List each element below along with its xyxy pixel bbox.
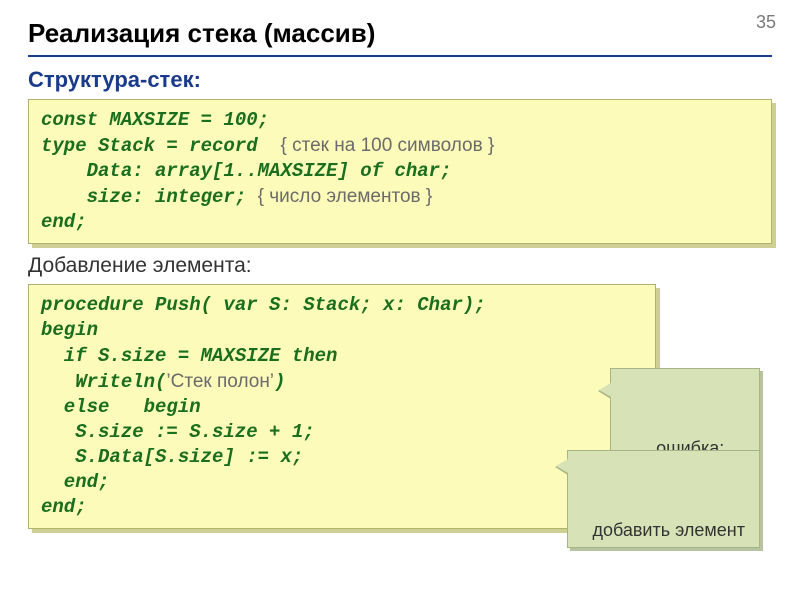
code-line: S.Data[S.size] := x; [41,446,303,468]
code-line: Data: array[1..MAXSIZE] of char; [41,160,451,182]
callout-pointer [556,459,568,473]
section-add-heading: Добавление элемента: [28,254,772,278]
callout-pointer [599,383,611,397]
callout-text: добавить элемент [592,520,745,540]
code-line: begin [41,319,98,341]
title-rule [28,55,772,57]
code-line: if S.size = MAXSIZE then [41,345,337,367]
code-line: S.size := S.size + 1; [41,421,315,443]
code-block-struct: const MAXSIZE = 100; type Stack = record… [28,99,772,244]
slide-number: 35 [756,12,776,33]
code-line: end; [41,471,109,493]
code-line: ) [274,371,285,393]
code-comment: { число элементов } [258,186,433,207]
code-line: else begin [41,396,201,418]
slide-title: Реализация стека (массив) [28,18,772,49]
code-line: type Stack = record [41,135,258,157]
code-line: procedure Push( var S: Stack; x: Char); [41,294,486,316]
code-line: size: integer; [41,186,246,208]
section-struct-heading: Структура-стек: [28,67,772,93]
callout-add-elem: добавить элемент [567,450,760,548]
code-line: Writeln( [41,371,166,393]
code-string: ’Стек полон’ [166,371,274,392]
code-block-push: procedure Push( var S: Stack; x: Char); … [28,284,656,529]
code-line: end; [41,496,87,518]
code-line: const MAXSIZE = 100; [41,109,269,131]
code-comment: { стек на 100 символов } [280,135,494,156]
code-line: end; [41,211,87,233]
